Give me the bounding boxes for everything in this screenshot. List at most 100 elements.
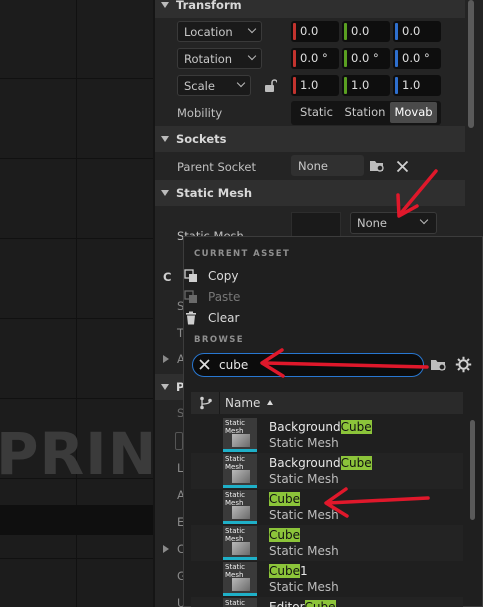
trash-icon bbox=[186, 311, 196, 325]
settings-gear-icon[interactable] bbox=[455, 356, 472, 373]
rotation-y-field[interactable]: 0.0 ° bbox=[342, 48, 390, 69]
static-mesh-value: None bbox=[357, 216, 388, 230]
mobility-movable-button[interactable]: Movab bbox=[390, 102, 437, 123]
asset-list-scrollbar[interactable] bbox=[470, 420, 475, 520]
location-dropdown[interactable]: Location bbox=[177, 21, 262, 42]
location-z-field[interactable]: 0.0 bbox=[393, 21, 441, 42]
mobility-static-button[interactable]: Static bbox=[295, 102, 338, 123]
parent-socket-field[interactable]: None bbox=[291, 155, 364, 176]
static-mesh-thumbnail-icon: StaticMesh bbox=[223, 418, 257, 452]
static-mesh-dropdown[interactable]: None bbox=[350, 212, 437, 234]
mobility-stationary-button[interactable]: Station bbox=[343, 102, 387, 123]
location-x-field[interactable]: 0.0 bbox=[291, 21, 339, 42]
location-x-value: 0.0 bbox=[300, 24, 319, 38]
paste-menu-item[interactable]: Paste bbox=[184, 288, 240, 306]
asset-name-match: Cube bbox=[340, 456, 372, 470]
rotation-dropdown[interactable]: Rotation bbox=[177, 48, 262, 69]
chevron-down-icon bbox=[236, 78, 246, 88]
clear-search-icon[interactable] bbox=[199, 359, 210, 370]
cube-icon bbox=[232, 470, 250, 483]
z-axis-marker bbox=[395, 77, 398, 94]
chevron-down-icon bbox=[247, 24, 257, 34]
scale-z-field[interactable]: 1.0 bbox=[393, 75, 441, 96]
parent-socket-row: Parent Socket None bbox=[155, 153, 465, 180]
sort-ascending-icon[interactable] bbox=[267, 400, 273, 405]
unlock-icon[interactable] bbox=[263, 79, 277, 93]
parent-socket-label: Parent Socket bbox=[177, 160, 256, 174]
collapse-arrow-icon[interactable] bbox=[161, 384, 169, 390]
clear-socket-icon[interactable] bbox=[396, 160, 409, 173]
details-scrollbar[interactable] bbox=[468, 0, 474, 128]
static-mesh-thumbnail-icon: StaticMesh bbox=[223, 454, 257, 488]
z-axis-marker bbox=[395, 50, 398, 67]
asset-name-match: Cube bbox=[304, 600, 336, 607]
collapse-arrow-icon[interactable] bbox=[161, 190, 169, 196]
rotation-x-field[interactable]: 0.0 ° bbox=[291, 48, 339, 69]
asset-list-item[interactable]: Static Mesh Cube1 Static Mesh bbox=[191, 561, 463, 597]
browse-socket-icon[interactable] bbox=[369, 158, 386, 174]
thumbnail-type-label: StaticMesh bbox=[225, 563, 246, 579]
chevron-down-icon bbox=[419, 215, 429, 225]
partial-checkbox[interactable] bbox=[175, 432, 183, 450]
rotation-z-value: 0.0 ° bbox=[402, 51, 430, 65]
y-axis-marker bbox=[344, 23, 347, 40]
expand-arrow-icon[interactable] bbox=[163, 355, 169, 363]
viewport[interactable]: PRINT bbox=[0, 0, 197, 607]
thumbnail-type-label: StaticMesh bbox=[225, 455, 246, 471]
scale-z-value: 1.0 bbox=[402, 78, 421, 92]
collapse-arrow-icon[interactable] bbox=[161, 2, 169, 8]
asset-list-item[interactable]: Static Mesh BackgroundCube Static Mesh bbox=[191, 417, 463, 453]
x-axis-marker bbox=[293, 77, 296, 94]
scale-x-field[interactable]: 1.0 bbox=[291, 75, 339, 96]
asset-type: Static Mesh bbox=[269, 580, 339, 594]
browse-folder-icon[interactable] bbox=[430, 357, 448, 373]
asset-name-match: Cube bbox=[269, 492, 300, 506]
section-sockets[interactable]: Sockets bbox=[155, 126, 465, 152]
section-static-mesh[interactable]: Static Mesh bbox=[155, 180, 465, 206]
copy-icon bbox=[184, 269, 197, 282]
section-transform[interactable]: Transform bbox=[155, 0, 465, 18]
asset-list-header: Name bbox=[191, 392, 463, 414]
scale-dropdown[interactable]: Scale bbox=[177, 75, 251, 96]
clear-menu-item[interactable]: Clear bbox=[186, 309, 239, 327]
asset-name-match: Cube bbox=[340, 420, 372, 434]
source-control-icon[interactable] bbox=[199, 396, 213, 410]
rotation-z-field[interactable]: 0.0 ° bbox=[393, 48, 441, 69]
asset-name: Cube bbox=[269, 528, 300, 542]
cube-icon bbox=[232, 434, 250, 447]
editor-window: PRINT Transform Location 0.0 0.0 0.0 Rot… bbox=[0, 0, 483, 607]
asset-list-item[interactable]: Static Mesh BackgroundCube Static Mesh bbox=[191, 453, 463, 489]
location-y-field[interactable]: 0.0 bbox=[342, 21, 390, 42]
search-input[interactable] bbox=[219, 355, 415, 375]
asset-type: Static Mesh bbox=[269, 508, 339, 522]
rotation-row: Rotation 0.0 ° 0.0 ° 0.0 ° bbox=[155, 45, 465, 72]
parent-socket-value: None bbox=[298, 159, 329, 173]
scale-y-field[interactable]: 1.0 bbox=[342, 75, 390, 96]
collapse-arrow-icon[interactable] bbox=[161, 136, 169, 142]
search-box[interactable] bbox=[192, 353, 424, 377]
cube-icon bbox=[232, 542, 250, 555]
rotation-x-value: 0.0 ° bbox=[300, 51, 328, 65]
column-name-header[interactable]: Name bbox=[225, 396, 260, 410]
section-partial-p[interactable]: P bbox=[155, 374, 184, 400]
thumbnail-type-label: StaticMesh bbox=[225, 527, 246, 543]
asset-type: Static Mesh bbox=[269, 544, 339, 558]
expand-arrow-icon[interactable] bbox=[163, 545, 169, 553]
static-mesh-thumbnail-icon: StaticMesh bbox=[223, 562, 257, 596]
asset-list-item[interactable]: StaticMeshEditorCubeStatic Mesh bbox=[191, 597, 463, 607]
x-axis-marker bbox=[293, 50, 296, 67]
section-partial-1: C bbox=[163, 270, 172, 284]
asset-list-item[interactable]: Static Mesh Cube Static Mesh bbox=[191, 525, 463, 561]
asset-name: Cube1 bbox=[269, 564, 308, 578]
asset-list-item[interactable]: Static Mesh Cube Static Mesh bbox=[191, 489, 463, 525]
asset-name-match: Cube bbox=[269, 564, 300, 578]
asset-name-match: Cube bbox=[269, 528, 300, 542]
cube-icon bbox=[232, 506, 250, 519]
location-dropdown-label: Location bbox=[184, 25, 233, 39]
asset-name-suffix: 1 bbox=[299, 564, 308, 578]
copy-menu-item[interactable]: Copy bbox=[184, 267, 238, 285]
location-row: Location 0.0 0.0 0.0 bbox=[155, 18, 465, 45]
location-z-value: 0.0 bbox=[402, 24, 421, 38]
chevron-down-icon bbox=[247, 51, 257, 61]
static-mesh-thumbnail-icon: StaticMesh bbox=[223, 526, 257, 560]
